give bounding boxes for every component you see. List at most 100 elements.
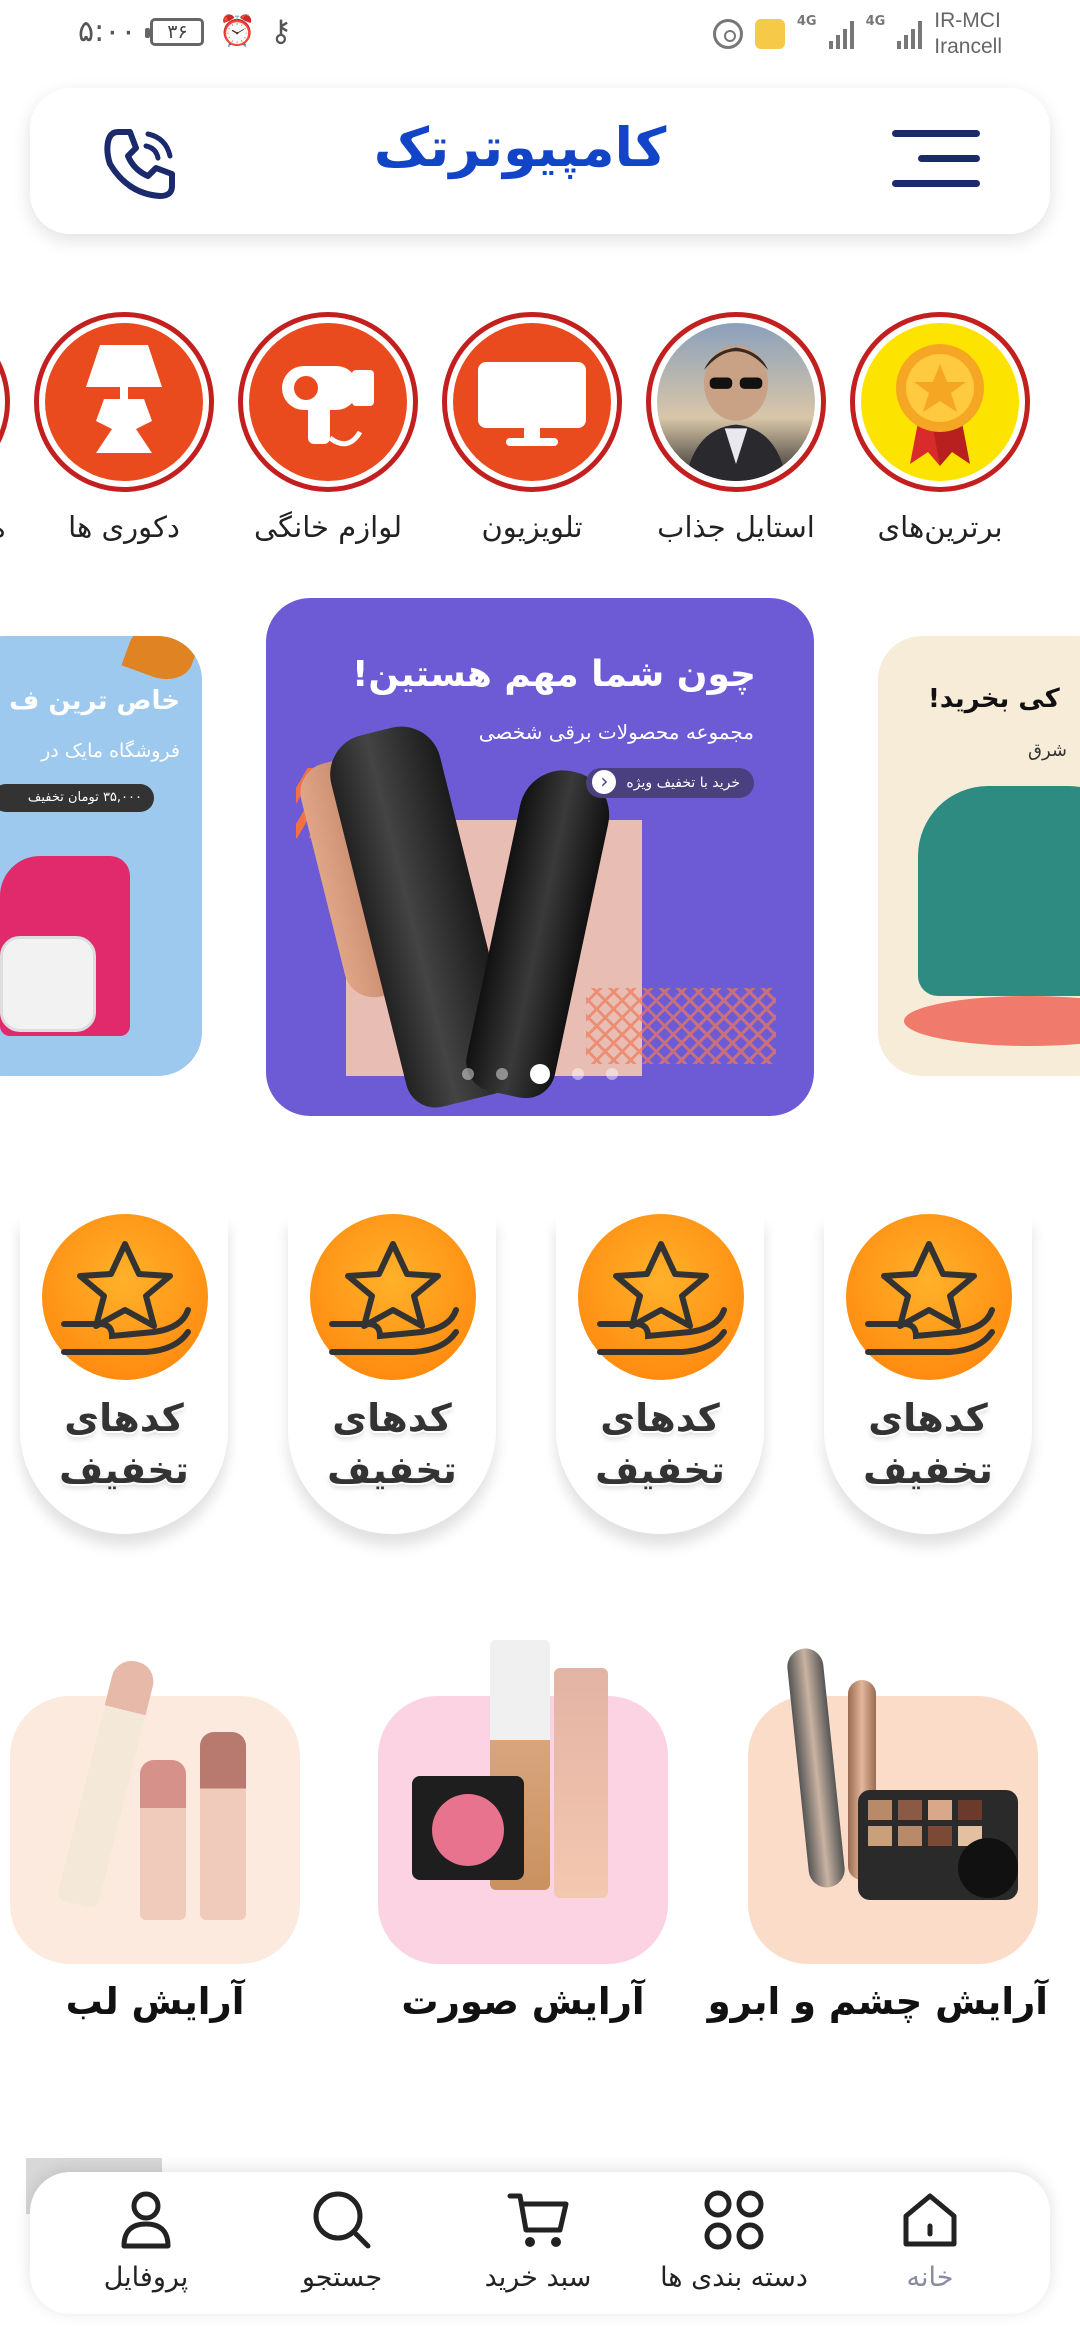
- nav-cart[interactable]: سبد خرید: [448, 2188, 628, 2306]
- discount-code-card[interactable]: کدهای تخفیف: [288, 1214, 496, 1534]
- slide-title: خاص ترین ف: [9, 686, 180, 716]
- category-strip[interactable]: برترین‌های استایل جذاب تلویزیون لوازم خا…: [0, 312, 1080, 552]
- nav-label: جستجو: [301, 2262, 383, 2293]
- status-bar: ۵:۰۰ ۳۶ ⏰ ⚷ 4G 4G IR-MCI Irancell: [0, 0, 1080, 70]
- autumn-leaf-decoration: [121, 636, 201, 688]
- handbag-image: [0, 936, 96, 1032]
- home-icon: [903, 2193, 957, 2247]
- star-hand-icon: [846, 1214, 1012, 1380]
- nav-search[interactable]: جستجو: [252, 2188, 432, 2306]
- key-icon: ⚷: [269, 14, 292, 49]
- slider-dot-active[interactable]: [530, 1064, 550, 1084]
- nav-label: سبد خرید: [484, 2262, 592, 2293]
- nav-label: پروفایل: [103, 2262, 189, 2293]
- slide-subtitle: مجموعه محصولات برقی شخصی: [478, 720, 754, 744]
- discount-code-card[interactable]: کدهای تخفیف: [556, 1214, 764, 1534]
- category-label: دکوری ها: [68, 510, 180, 544]
- makeup-category-label: آرایش لب: [65, 1980, 245, 2023]
- promo-slide-fashion[interactable]: خاص ترین ف فروشگاه مایک در ۳۵,۰۰۰ تومان …: [0, 636, 202, 1076]
- battery-level: ۳۶: [167, 20, 188, 43]
- makeup-categories-row[interactable]: آرایش چشم و ابرو آرایش صورت آرایش لب: [0, 1640, 1080, 2040]
- carrier-2: Irancell: [934, 35, 1002, 58]
- category-label: برترین‌های: [877, 510, 1003, 544]
- makeup-category-label: آرایش چشم و ابرو: [707, 1980, 1048, 2023]
- category-label: ه: [0, 510, 10, 544]
- network-type-2: 4G: [865, 14, 886, 29]
- menu-line-icon: [892, 180, 980, 187]
- phone-icon: [104, 129, 175, 199]
- menu-line-icon: [918, 155, 980, 162]
- promo-slider[interactable]: خاص ترین ف فروشگاه مایک در ۳۵,۰۰۰ تومان …: [0, 598, 1080, 1118]
- zigzag-decoration: [586, 988, 776, 1064]
- slide-subtitle: فروشگاه مایک در: [41, 740, 180, 762]
- menu-line-icon: [892, 130, 980, 137]
- nfc-icon: [712, 19, 743, 49]
- slider-pagination[interactable]: [266, 1064, 814, 1084]
- slider-dot[interactable]: [572, 1068, 584, 1080]
- category-appliances[interactable]: لوازم خانگی: [238, 312, 418, 544]
- nav-profile[interactable]: پروفایل: [56, 2188, 236, 2306]
- slider-dot[interactable]: [606, 1068, 618, 1080]
- slide-title: کی بخرید!: [928, 684, 1060, 714]
- discount-code-label: کدهای تخفیف: [595, 1396, 725, 1492]
- carrier-names: IR-MCI Irancell: [934, 8, 1002, 60]
- app-header: کامپیوترتک: [30, 88, 1050, 234]
- lipstick-image-2: [200, 1732, 246, 1920]
- signal-bars-2-icon: [897, 19, 923, 49]
- discount-code-card[interactable]: کدهای تخفیف: [824, 1214, 1032, 1534]
- status-right: 4G 4G IR-MCI Irancell: [712, 8, 1002, 60]
- nav-categories[interactable]: دسته بندی ها: [644, 2188, 824, 2306]
- hoodie-image: [918, 786, 1080, 996]
- nav-label: دسته بندی ها: [660, 2262, 808, 2293]
- category-style[interactable]: استایل جذاب: [646, 312, 826, 544]
- blush-compact-image: [412, 1776, 524, 1880]
- hair-dryer-icon: [249, 323, 407, 481]
- tv-icon: [453, 323, 611, 481]
- slider-dot[interactable]: [496, 1068, 508, 1080]
- eyeshadow-palette-image: [858, 1790, 1018, 1900]
- hamburger-menu-button[interactable]: [892, 130, 980, 194]
- category-decor[interactable]: دکوری ها: [34, 312, 214, 544]
- carrier-1: IR-MCI: [934, 9, 1001, 32]
- brand-logo[interactable]: کامپیوترتک: [360, 116, 680, 179]
- cart-icon: [507, 2193, 569, 2247]
- nav-home[interactable]: خانه: [840, 2188, 1020, 2306]
- lipstick-image-1: [140, 1760, 186, 1920]
- category-label: لوازم خانگی: [253, 510, 403, 544]
- slider-dot[interactable]: [462, 1068, 474, 1080]
- category-label: تلویزیون: [481, 510, 583, 544]
- nav-label: خانه: [906, 2262, 954, 2293]
- clock-time: ۵:۰۰: [78, 14, 137, 49]
- call-button[interactable]: [98, 124, 182, 204]
- model-photo: [657, 323, 815, 481]
- slide-title: چون شما مهم هستین!: [352, 654, 756, 695]
- discount-code-card[interactable]: کدهای تخفیف: [20, 1214, 228, 1534]
- category-tv[interactable]: تلویزیون: [442, 312, 622, 544]
- category-label: استایل جذاب: [657, 510, 815, 544]
- slide-cta-button[interactable]: خرید با تخفیف ویژه: [586, 768, 754, 798]
- star-hand-icon: [42, 1214, 208, 1380]
- category-partial[interactable]: ه: [0, 312, 10, 544]
- sim-icon: [754, 19, 785, 49]
- category-top-items[interactable]: برترین‌های: [850, 312, 1030, 544]
- discount-code-label: کدهای تخفیف: [327, 1396, 457, 1492]
- pedestal-decoration: [904, 996, 1080, 1046]
- bottom-navigation: خانه دسته بندی ها سبد خرید جستجو پروفایل: [30, 2172, 1050, 2314]
- discount-code-label: کدهای تخفیف: [59, 1396, 189, 1492]
- grid-icon: [704, 2190, 764, 2250]
- slide-cta-button[interactable]: ۳۵,۰۰۰ تومان تخفیف: [0, 784, 154, 812]
- slide-subtitle: شرق: [1028, 740, 1067, 761]
- status-left: ۵:۰۰ ۳۶ ⏰ ⚷: [78, 14, 292, 49]
- medal-icon: [861, 323, 1019, 481]
- profile-icon: [121, 2191, 171, 2249]
- star-hand-icon: [310, 1214, 476, 1380]
- makeup-category-label: آرایش صورت: [401, 1980, 645, 2023]
- promo-slide-personal-care[interactable]: چون شما مهم هستین! مجموعه محصولات برقی ش…: [266, 598, 814, 1116]
- concealer-image: [554, 1668, 608, 1898]
- lamp-icon: [45, 323, 203, 481]
- signal-bars-1-icon: [828, 19, 854, 49]
- discount-codes-row[interactable]: کدهای تخفیف کدهای تخفیف کدهای تخفیف کدها…: [0, 1214, 1080, 1544]
- battery-icon: ۳۶: [145, 17, 205, 46]
- network-type-1: 4G: [796, 14, 817, 29]
- promo-slide-hoodie[interactable]: کی بخرید! شرق: [878, 636, 1080, 1076]
